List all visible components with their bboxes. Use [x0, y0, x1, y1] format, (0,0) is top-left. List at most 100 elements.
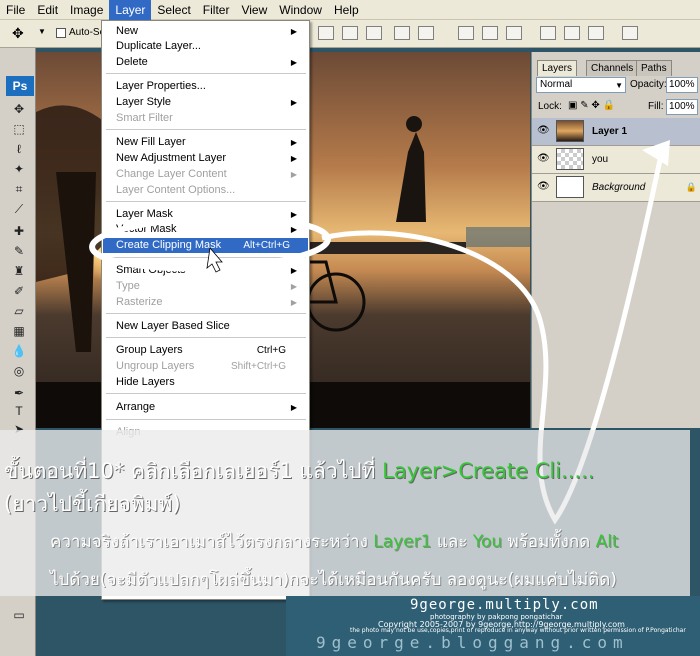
marquee-tool-icon[interactable]: ⬚ — [10, 120, 28, 138]
type-tool-icon[interactable]: T — [10, 402, 28, 420]
layer-thumbnail — [556, 148, 584, 170]
auto-align-icon[interactable] — [622, 26, 638, 40]
submenu-arrow-icon: ▶ — [290, 210, 297, 219]
menu-item-arrange[interactable]: Arrange ▶ — [116, 400, 297, 415]
align-left-icon[interactable] — [394, 26, 410, 40]
menu-item-create-clipping-mask[interactable]: Create Clipping Mask Alt+Ctrl+G — [103, 238, 308, 253]
align-bottom-icon[interactable] — [366, 26, 382, 40]
align-top-icon[interactable] — [318, 26, 334, 40]
menu-window[interactable]: Window — [273, 0, 328, 20]
menu-layer[interactable]: Layer — [109, 0, 152, 20]
align-hcenter-icon[interactable] — [418, 26, 434, 40]
eye-icon[interactable]: 👁 — [537, 182, 550, 192]
menu-separator — [106, 419, 306, 420]
slice-tool-icon[interactable]: ⟋ — [10, 200, 28, 218]
menu-item-smart-objects[interactable]: Smart Objects ▶ — [116, 263, 297, 278]
menu-item-vector-mask[interactable]: Vector Mask ▶ — [116, 222, 297, 237]
menu-item-layer-mask[interactable]: Layer Mask ▶ — [116, 207, 297, 222]
tab-layers[interactable]: Layers — [537, 60, 578, 76]
menu-item-smart-filter: Smart Filter — [116, 111, 296, 126]
distribute-vcenter-icon[interactable] — [482, 26, 498, 40]
menu-item-label: Layer Content Options... — [116, 184, 236, 196]
tab-paths[interactable]: Paths — [636, 60, 672, 76]
tab-channels[interactable]: Channels — [586, 60, 639, 76]
blur-tool-icon[interactable]: 💧 — [10, 342, 28, 360]
pen-tool-icon[interactable]: ✒ — [10, 384, 28, 402]
menu-item-label: New Layer Based Slice — [116, 320, 230, 332]
menu-item-new-adjustment[interactable]: New Adjustment Layer ▶ — [116, 151, 297, 166]
menu-separator — [106, 73, 306, 74]
menu-image[interactable]: Image — [64, 0, 109, 20]
lock-label: Lock: — [538, 101, 562, 112]
layer-row-you[interactable]: 👁 you — [532, 146, 700, 174]
menu-item-label: Type — [116, 280, 140, 292]
chevron-down-icon: ▼ — [615, 81, 623, 90]
layer-name: Layer 1 — [592, 126, 628, 137]
auto-select-checkbox[interactable] — [56, 28, 66, 38]
submenu-arrow-icon: ▶ — [290, 27, 297, 36]
lock-icons[interactable]: ▣ ✎ ✥ 🔒 — [568, 100, 615, 111]
menu-item-shortcut: Ctrl+G — [256, 345, 286, 356]
history-brush-icon[interactable]: ✐ — [10, 282, 28, 300]
menu-filter[interactable]: Filter — [197, 0, 236, 20]
lasso-tool-icon[interactable]: ℓ — [10, 140, 28, 158]
menu-help[interactable]: Help — [328, 0, 365, 20]
menu-item-delete[interactable]: Delete ▶ — [116, 55, 297, 70]
magic-wand-icon[interactable]: ✦ — [10, 160, 28, 178]
step-prefix: ขั้นตอนที่10* คลิกเลือกเลเยอร์1 แล้วไปที… — [4, 459, 383, 483]
screen-mode-icon[interactable]: ▭ — [10, 606, 28, 624]
menu-item-label: Create Clipping Mask — [116, 239, 222, 251]
menu-item-label: Layer Mask — [116, 208, 173, 220]
eraser-tool-icon[interactable]: ▱ — [10, 302, 28, 320]
menu-item-based-slice[interactable]: New Layer Based Slice — [116, 319, 296, 334]
menu-item-label: Smart Filter — [116, 112, 173, 124]
align-vcenter-icon[interactable] — [342, 26, 358, 40]
menu-item-group[interactable]: Group Layers Ctrl+G — [116, 343, 296, 358]
chevron-down-icon[interactable]: ▼ — [38, 27, 46, 36]
eye-icon[interactable]: 👁 — [537, 126, 550, 136]
brush-tool-icon[interactable]: ✎ — [10, 242, 28, 260]
menu-item-duplicate[interactable]: Duplicate Layer... — [116, 39, 296, 54]
eye-icon[interactable]: 👁 — [537, 154, 550, 164]
dodge-tool-icon[interactable]: ◎ — [10, 362, 28, 380]
opacity-input[interactable]: 100% — [666, 77, 698, 93]
auto-select-label: Auto-Se — [69, 27, 106, 38]
move-tool-icon[interactable]: ✥ — [12, 25, 24, 42]
layer-thumbnail — [556, 120, 584, 142]
layer-row-background[interactable]: 👁 Background 🔒 — [532, 174, 700, 202]
move-tool-icon[interactable]: ✥ — [10, 100, 28, 118]
menu-select[interactable]: Select — [151, 0, 196, 20]
step-instruction-line2: (ยาวไปขี้เกียจพิมพ์) — [4, 492, 181, 516]
healing-brush-icon[interactable]: ✚ — [10, 222, 28, 240]
tip-alt: Alt — [595, 532, 619, 552]
menu-file[interactable]: File — [0, 0, 31, 20]
distribute-bottom-icon[interactable] — [506, 26, 522, 40]
menu-view[interactable]: View — [235, 0, 273, 20]
menu-item-label: Change Layer Content — [116, 168, 227, 180]
distribute-right-icon[interactable] — [588, 26, 604, 40]
distribute-top-icon[interactable] — [458, 26, 474, 40]
menu-item-style[interactable]: Layer Style ▶ — [116, 95, 297, 110]
menu-item-hide[interactable]: Hide Layers — [116, 375, 296, 390]
fill-input[interactable]: 100% — [666, 99, 698, 115]
watermark-site: 9george.multiply.com — [410, 597, 599, 613]
distribute-left-icon[interactable] — [540, 26, 556, 40]
menu-item-content-options: Layer Content Options... — [116, 183, 296, 198]
menu-item-properties[interactable]: Layer Properties... — [116, 79, 296, 94]
distribute-hcenter-icon[interactable] — [564, 26, 580, 40]
tip-layer1: Layer1 — [373, 532, 432, 552]
menu-item-new[interactable]: New ▶ — [116, 24, 297, 39]
crop-tool-icon[interactable]: ⌗ — [10, 180, 28, 198]
stamp-tool-icon[interactable]: ♜ — [10, 262, 28, 280]
layers-panel: Layers Channels Paths Normal ▼ Opacity: … — [531, 52, 700, 428]
gradient-tool-icon[interactable]: ▦ — [10, 322, 28, 340]
submenu-arrow-icon: ▶ — [290, 98, 297, 107]
menu-item-rasterize: Rasterize ▶ — [116, 295, 297, 310]
menu-edit[interactable]: Edit — [31, 0, 64, 20]
menu-separator — [106, 337, 306, 338]
layer-name: Background — [592, 182, 646, 193]
menu-item-new-fill[interactable]: New Fill Layer ▶ — [116, 135, 297, 150]
layer-row-layer1[interactable]: 👁 Layer 1 — [532, 118, 700, 146]
submenu-arrow-icon: ▶ — [290, 266, 297, 275]
blend-mode-select[interactable]: Normal ▼ — [536, 77, 626, 93]
